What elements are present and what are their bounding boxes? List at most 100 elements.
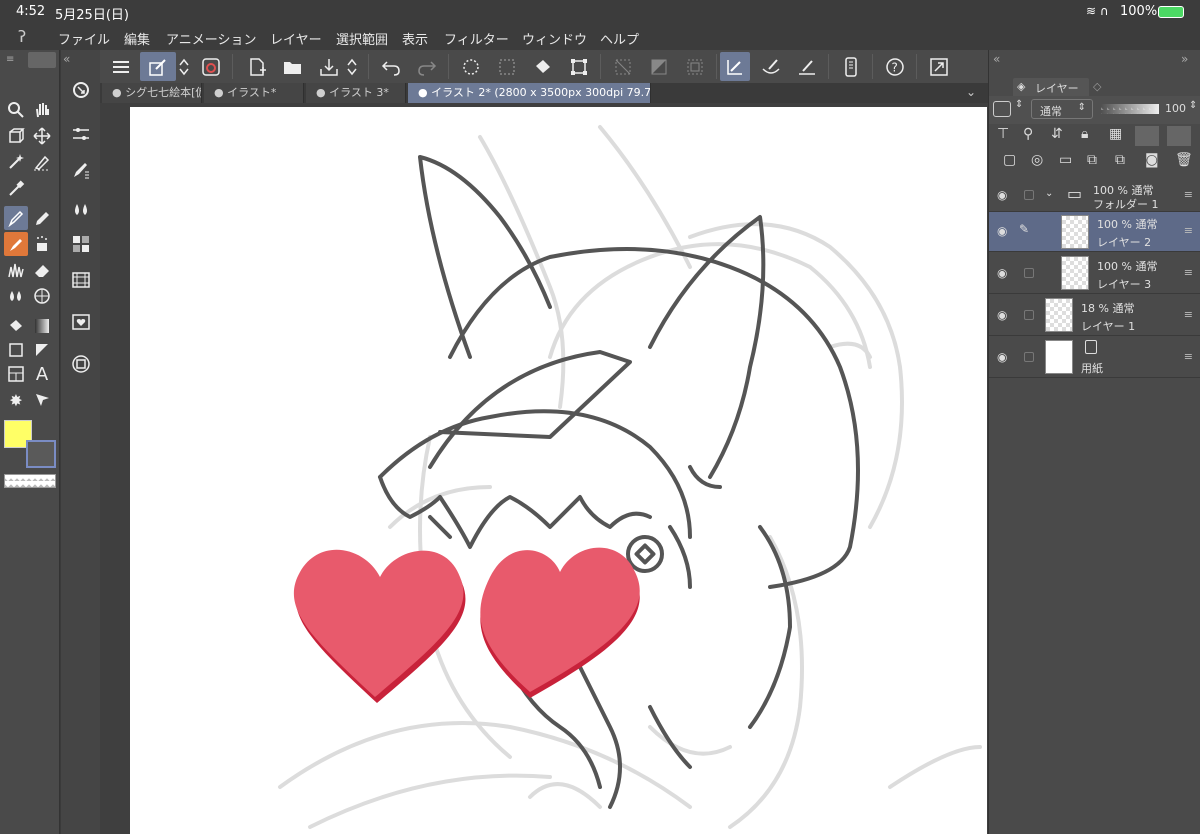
open-folder-icon[interactable] <box>278 52 308 81</box>
pen-mode-icon[interactable] <box>28 52 56 68</box>
visibility-eye-icon[interactable]: ◉ <box>997 308 1007 322</box>
tab-document-1[interactable]: ● シグ七七絵本[仮 <box>102 83 202 103</box>
color-mix-icon[interactable] <box>69 198 93 222</box>
layer-menu-icon[interactable]: ≡ <box>1184 266 1193 279</box>
fill-tool-icon[interactable] <box>4 314 28 338</box>
menu-help[interactable]: ヘルプ <box>600 29 639 48</box>
transfer-below-icon[interactable]: ⧉ <box>1087 152 1097 168</box>
panel-collapse-icon[interactable]: « <box>993 52 1000 66</box>
opacity-stepper-icon[interactable]: ⇕ <box>1189 100 1197 111</box>
brush-size-icon[interactable] <box>69 158 93 182</box>
flash-tool-icon[interactable]: ✸ <box>4 388 28 412</box>
decoration-tool-icon[interactable] <box>4 258 28 282</box>
selection-pen-icon[interactable] <box>30 150 54 174</box>
pen-tool-icon[interactable] <box>4 206 28 230</box>
new-raster-layer-icon[interactable]: ▢ <box>1003 152 1016 168</box>
brush-tool-icon[interactable] <box>4 232 28 256</box>
layer-checkbox[interactable] <box>1024 190 1034 200</box>
clear-outside-icon[interactable] <box>492 52 522 81</box>
layer-menu-icon[interactable]: ≡ <box>1184 308 1193 321</box>
layer-menu-icon[interactable]: ≡ <box>1184 224 1193 237</box>
folder-expand-icon[interactable]: ⌄ <box>1045 188 1053 199</box>
lock-transparent-icon[interactable]: ▦ <box>1109 126 1122 142</box>
smartphone-icon[interactable] <box>836 52 866 81</box>
navigator-icon[interactable] <box>69 78 93 102</box>
help-icon[interactable]: ? <box>880 52 910 81</box>
layer-row-layer3[interactable]: ◉ 100 % 通常 レイヤー 3 ≡ <box>989 252 1200 294</box>
delete-layer-icon[interactable]: 🗑︎ <box>1175 152 1193 168</box>
show-selection-icon[interactable] <box>680 52 710 81</box>
deselect-icon[interactable] <box>608 52 638 81</box>
invert-selection-icon[interactable] <box>644 52 674 81</box>
undo-icon[interactable] <box>376 52 406 81</box>
balloon-tool-icon[interactable] <box>4 362 28 386</box>
layer-checkbox[interactable] <box>1024 352 1034 362</box>
tab-document-active[interactable]: ● イラスト 2* (2800 x 3500px 300dpi 79.7%) <box>408 83 651 103</box>
collapse-left-icon[interactable]: « <box>63 52 70 66</box>
sub-color-swatch[interactable] <box>26 440 56 468</box>
new-folder-icon[interactable]: ▭ <box>1059 152 1072 168</box>
layer-menu-icon[interactable]: ≡ <box>1184 350 1193 363</box>
layer-row-folder[interactable]: ◉ ⌄ ▭ 100 % 通常 フォルダー 1 ≡ <box>989 180 1200 212</box>
layer-row-paper[interactable]: ◉ 用紙 ≡ <box>989 336 1200 378</box>
tab-other-icon[interactable]: ◇ <box>1093 80 1101 93</box>
move-tool-icon[interactable] <box>30 124 54 148</box>
mask-enable-icon[interactable] <box>1135 126 1159 146</box>
zoom-tool-icon[interactable] <box>4 98 28 122</box>
object-tool-icon[interactable] <box>4 124 28 148</box>
pencil-tool-icon[interactable] <box>30 206 54 230</box>
gradient-tool-icon[interactable] <box>30 314 54 338</box>
ruler-display-icon[interactable] <box>1167 126 1191 146</box>
tool-property-icon[interactable] <box>69 122 93 146</box>
panel-menu-icon[interactable]: ≡ <box>6 54 14 65</box>
figure-tool-icon[interactable] <box>4 338 28 362</box>
eyedropper-icon[interactable] <box>4 176 28 200</box>
tab-document-2[interactable]: ● イラスト* <box>204 83 304 103</box>
correct-line-icon[interactable] <box>30 388 54 412</box>
transparent-color-swatch[interactable] <box>4 474 56 488</box>
layer-property-icon[interactable] <box>69 352 93 376</box>
companion-icon[interactable] <box>196 52 226 81</box>
layer-row-layer1[interactable]: ◉ 18 % 通常 レイヤー 1 ≡ <box>989 294 1200 336</box>
snap-special-ruler-icon[interactable] <box>756 52 786 81</box>
fullscreen-icon[interactable] <box>924 52 954 81</box>
app-logo-icon[interactable]: ʔ <box>18 27 26 46</box>
visibility-eye-icon[interactable]: ◉ <box>997 350 1007 364</box>
merge-below-icon[interactable]: ⧉ <box>1115 152 1125 168</box>
tab-layer[interactable]: ◈ レイヤー <box>1013 78 1089 96</box>
layer-mask-icon[interactable]: ◙ <box>1145 152 1159 168</box>
timeline-icon[interactable] <box>69 268 93 292</box>
menu-selection[interactable]: 選択範囲 <box>336 29 388 48</box>
reference-layer-icon[interactable]: ⊤ <box>997 126 1009 142</box>
opacity-slider[interactable] <box>1101 104 1159 114</box>
tabs-dropdown-icon[interactable]: ⌄ <box>966 85 976 99</box>
text-tool-icon[interactable]: A <box>30 362 54 386</box>
blend-mode-select[interactable]: 通常 ⇕ <box>1031 99 1093 119</box>
menu-edit[interactable]: 編集 <box>124 29 150 48</box>
snap-ruler-icon[interactable] <box>720 52 750 81</box>
visibility-eye-icon[interactable]: ◉ <box>997 188 1007 202</box>
airbrush-tool-icon[interactable] <box>30 232 54 256</box>
lock-icon[interactable]: 🔒︎ <box>1081 126 1088 142</box>
transform-icon[interactable] <box>564 52 594 81</box>
material-icon[interactable] <box>69 310 93 334</box>
ruler-tool-icon[interactable] <box>30 284 54 308</box>
color-set-icon[interactable] <box>69 232 93 256</box>
updown-small-icon[interactable]: ⇕ <box>1015 99 1023 110</box>
snap-grid-icon[interactable] <box>792 52 822 81</box>
menu-window[interactable]: ウィンドウ <box>522 29 587 48</box>
visibility-eye-icon[interactable]: ◉ <box>997 224 1007 238</box>
menu-layer[interactable]: レイヤー <box>270 29 322 48</box>
opacity-value[interactable]: 100 <box>1165 102 1186 115</box>
eraser-tool-icon[interactable] <box>30 258 54 282</box>
blend-tool-icon[interactable] <box>4 284 28 308</box>
save-icon[interactable] <box>314 52 344 81</box>
menu-filter[interactable]: フィルター <box>444 29 509 48</box>
menu-animation[interactable]: アニメーション <box>166 29 256 48</box>
drawing-canvas[interactable] <box>130 107 987 834</box>
new-file-icon[interactable] <box>242 52 272 81</box>
quick-access-icon[interactable] <box>140 52 176 81</box>
layer-menu-icon[interactable]: ≡ <box>1184 188 1193 201</box>
menu-view[interactable]: 表示 <box>402 29 428 48</box>
menu-icon[interactable] <box>106 52 136 81</box>
